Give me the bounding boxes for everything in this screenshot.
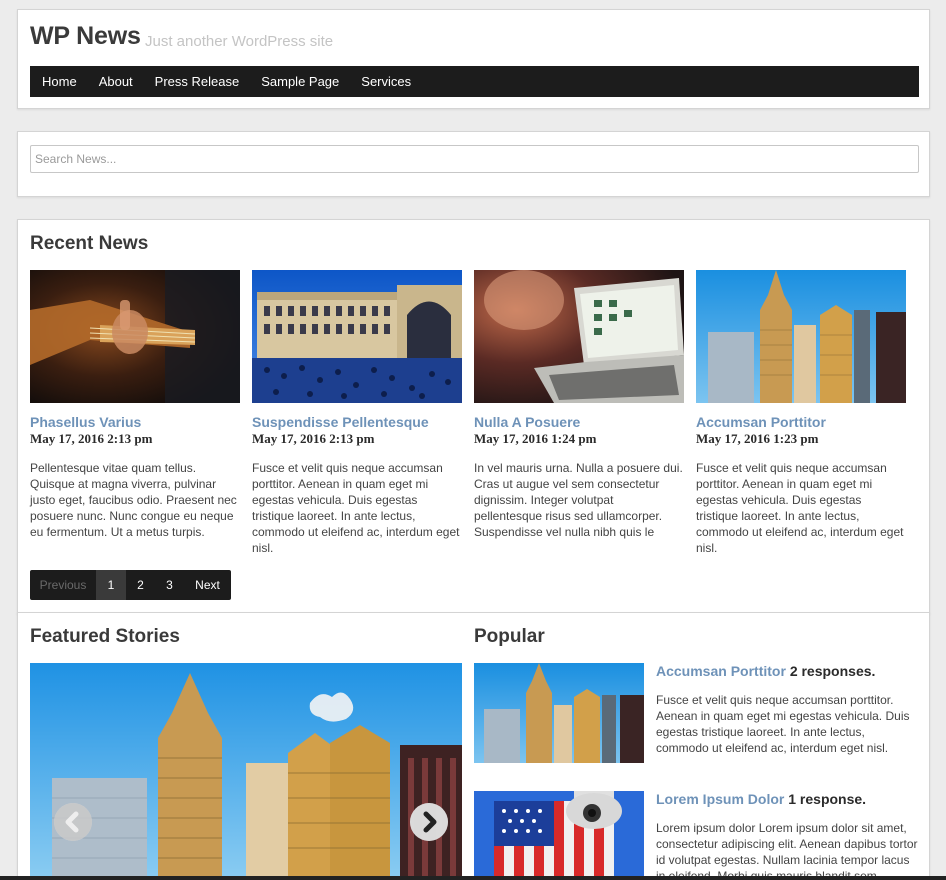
news-title-link[interactable]: Accumsan Porttitor (696, 414, 906, 430)
slider-next-button[interactable] (410, 803, 448, 841)
news-excerpt: Fusce et velit quis neque accumsan portt… (252, 461, 460, 555)
popular-responses: 1 response. (788, 791, 867, 807)
pager-page-1[interactable]: 1 (96, 570, 126, 600)
pager-page-2[interactable]: 2 (126, 570, 155, 600)
news-thumbnail-plaza[interactable] (252, 270, 462, 403)
pager-page-3[interactable]: 3 (155, 570, 184, 600)
site-title[interactable]: WP News (30, 22, 141, 51)
featured-slider-image[interactable] (30, 663, 462, 880)
menu-item-home[interactable]: Home (42, 74, 77, 89)
popular-heading: Accumsan Porttitor 2 responses. (656, 663, 919, 679)
recent-news-title: Recent News (30, 233, 149, 254)
pagination: Previous 1 2 3 Next (30, 570, 231, 600)
search-panel (17, 131, 930, 197)
news-excerpt: Pellentesque vitae quam tellus. Quisque … (30, 461, 237, 539)
popular-thumbnail-flag-camera[interactable] (474, 791, 644, 880)
news-card: Phasellus Varius May 17, 2016 2:13 pm Pe… (30, 270, 240, 540)
news-title-link[interactable]: Suspendisse Pellentesque (252, 414, 462, 430)
menu-item-about[interactable]: About (99, 74, 133, 89)
news-thumbnail-guitar[interactable] (30, 270, 240, 403)
news-excerpt: In vel mauris urna. Nulla a posuere dui.… (474, 461, 683, 539)
popular-responses: 2 responses. (789, 663, 876, 679)
site-tagline: Just another WordPress site (145, 33, 334, 50)
chevron-left-icon (54, 803, 92, 841)
pager-next-button[interactable]: Next (184, 570, 231, 600)
news-title-link[interactable]: Phasellus Varius (30, 414, 240, 430)
popular-text: Lorem Ipsum Dolor 1 response. Lorem ipsu… (656, 791, 919, 880)
menu-item-press-release[interactable]: Press Release (155, 74, 240, 89)
popular-item: Lorem Ipsum Dolor 1 response. Lorem ipsu… (474, 791, 919, 880)
bottom-scroll-edge (0, 876, 946, 880)
popular-thumbnail-skyline[interactable] (474, 663, 644, 763)
news-date: May 17, 2016 1:23 pm (696, 431, 819, 446)
slider-prev-button[interactable] (54, 803, 92, 841)
chevron-right-icon (410, 803, 448, 841)
news-card: Suspendisse Pellentesque May 17, 2016 2:… (252, 270, 462, 556)
popular-title-link[interactable]: Lorem Ipsum Dolor (656, 791, 784, 807)
site-header: WP News Just another WordPress site Home… (17, 9, 930, 109)
search-input[interactable] (30, 145, 919, 173)
popular-item: Accumsan Porttitor 2 responses. Fusce et… (474, 663, 919, 763)
news-date: May 17, 2016 2:13 pm (30, 431, 153, 446)
popular-heading: Lorem Ipsum Dolor 1 response. (656, 791, 919, 807)
news-card: Nulla A Posuere May 17, 2016 1:24 pm In … (474, 270, 684, 540)
news-thumbnail-skyline[interactable] (696, 270, 906, 403)
featured-popular-section: Featured Stories Popular Accumsan Portti… (17, 612, 930, 880)
featured-stories-title: Featured Stories (30, 626, 180, 647)
main-menu: Home About Press Release Sample Page Ser… (30, 66, 919, 97)
news-card: Accumsan Porttitor May 17, 2016 1:23 pm … (696, 270, 906, 556)
popular-excerpt: Lorem ipsum dolor Lorem ipsum dolor sit … (656, 821, 918, 880)
popular-excerpt: Fusce et velit quis neque accumsan portt… (656, 693, 910, 755)
recent-news-section: Recent News Phasellus Varius May 17, 201… (17, 219, 930, 614)
popular-title: Popular (474, 626, 545, 647)
menu-item-sample-page[interactable]: Sample Page (261, 74, 339, 89)
news-date: May 17, 2016 1:24 pm (474, 431, 597, 446)
news-title-link[interactable]: Nulla A Posuere (474, 414, 684, 430)
popular-title-link[interactable]: Accumsan Porttitor (656, 663, 786, 679)
news-date: May 17, 2016 2:13 pm (252, 431, 375, 446)
menu-item-services[interactable]: Services (361, 74, 411, 89)
news-thumbnail-laptop[interactable] (474, 270, 684, 403)
news-excerpt: Fusce et velit quis neque accumsan portt… (696, 461, 904, 555)
pager-previous-button[interactable]: Previous (30, 570, 96, 600)
popular-text: Accumsan Porttitor 2 responses. Fusce et… (656, 663, 919, 756)
